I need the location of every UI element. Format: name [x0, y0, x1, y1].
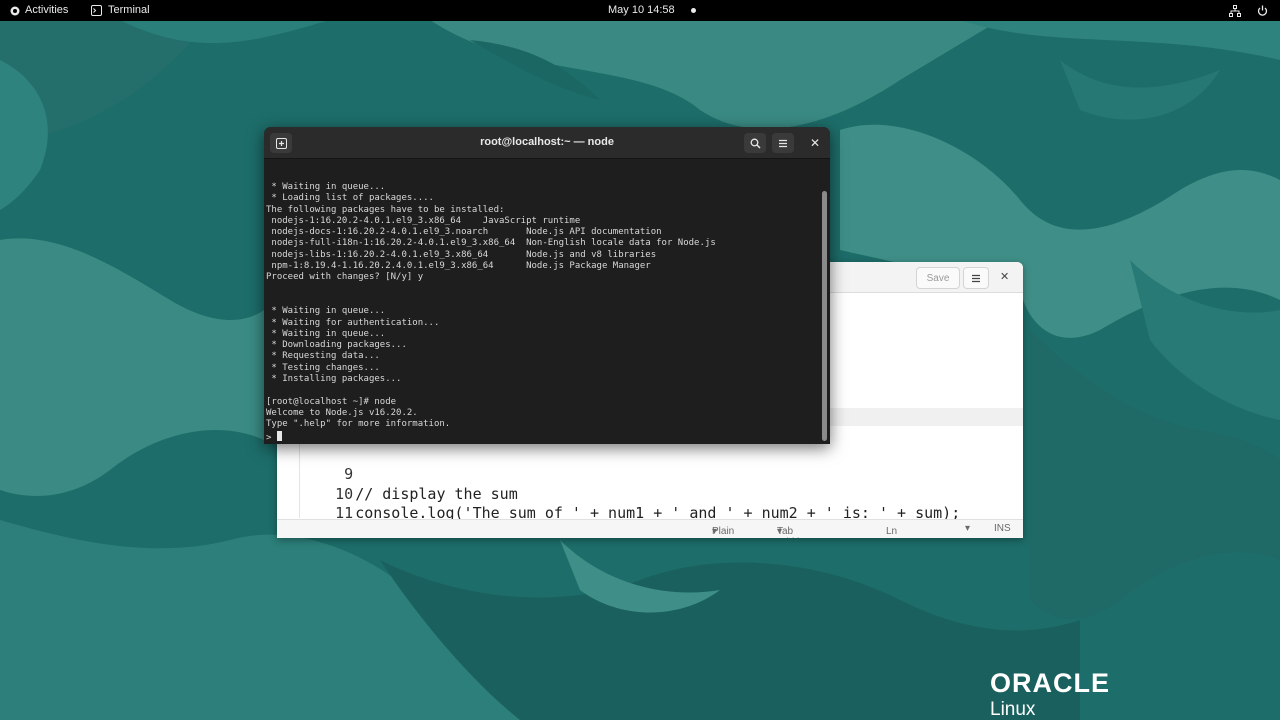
terminal-line: Type ".help" for more information.	[266, 419, 451, 430]
terminal-line: The following packages have to be instal…	[266, 204, 505, 215]
terminal-line: * Waiting in queue...	[266, 306, 386, 317]
top-bar: Activities Terminal May 10 14:58	[0, 0, 1280, 21]
terminal-line: nodejs-docs-1:16.20.2-4.0.1.el9_3.noarch…	[266, 227, 662, 238]
terminal-line: * Loading list of packages....	[266, 193, 434, 204]
hamburger-icon	[779, 139, 787, 147]
power-icon	[1257, 5, 1268, 16]
editor-menu-button[interactable]	[963, 267, 989, 289]
new-tab-button[interactable]	[270, 133, 292, 153]
new-tab-icon	[275, 137, 287, 149]
close-icon: ✕	[809, 136, 821, 150]
terminal-line: * Downloading packages...	[266, 340, 407, 351]
terminal-prompt-line[interactable]: >	[266, 430, 816, 443]
terminal-line: * Testing changes...	[266, 362, 380, 373]
activities-icon	[10, 6, 20, 15]
clock-label: May 10 14:58	[608, 4, 675, 16]
search-icon	[750, 138, 761, 149]
notification-dot-icon	[690, 8, 696, 13]
desktop: Activities Terminal May 10 14:58 Save ✕ …	[0, 0, 1280, 720]
clock-button[interactable]: May 10 14:58	[608, 0, 696, 21]
editor-close-button[interactable]: ✕	[1000, 270, 1009, 283]
terminal-menu-button[interactable]	[772, 133, 794, 153]
terminal-line: * Requesting data...	[266, 351, 380, 362]
terminal-app-icon	[91, 5, 102, 16]
terminal-line: Welcome to Node.js v16.20.2.	[266, 407, 418, 418]
activities-button[interactable]: Activities	[10, 0, 68, 21]
terminal-line: * Waiting in queue...	[266, 328, 386, 339]
terminal-line: Proceed with changes? [N/y] y	[266, 272, 424, 283]
editor-status-bar: Plain Text ▾ Tab Width: 8 ▾ Ln 7, Col 19…	[277, 519, 1023, 538]
activities-label: Activities	[25, 4, 69, 16]
terminal-output[interactable]: * Waiting in queue... * Loading list of …	[266, 182, 816, 443]
terminal-scrollbar-thumb[interactable]	[822, 191, 827, 441]
terminal-line: npm-1:8.19.4-1.16.20.2.4.0.1.el9_3.x86_6…	[266, 261, 651, 272]
logo-subtitle: Linux	[990, 699, 1036, 720]
terminal-window[interactable]: root@localhost:~ — node ✕ * Waiting in q…	[264, 127, 830, 444]
hamburger-icon	[972, 274, 980, 282]
terminal-search-button[interactable]	[744, 133, 766, 153]
insert-mode-indicator: INS	[994, 523, 1011, 534]
close-icon: ✕	[1000, 271, 1010, 283]
logo-wordmark: ORACLE	[990, 668, 1110, 698]
system-tray[interactable]	[1229, 0, 1268, 21]
network-icon	[1229, 4, 1241, 17]
terminal-line: * Installing packages...	[266, 374, 402, 385]
app-menu-label: Terminal	[108, 4, 150, 16]
code-line[interactable]: 10// display the sum	[277, 464, 518, 503]
cursor-position-label: Ln 7, Col 19	[886, 526, 898, 538]
app-menu-button[interactable]: Terminal	[91, 0, 150, 21]
terminal-line: nodejs-libs-1:16.20.2-4.0.1.el9_3.x86_64…	[266, 249, 657, 260]
code-line[interactable]: 11 console.log('The sum of ' + num1 + ' a…	[277, 483, 960, 522]
chevron-down-icon: ▾	[712, 526, 718, 537]
terminal-close-button[interactable]: ✕	[804, 133, 826, 153]
terminal-line: nodejs-full-i18n-1:16.20.2-4.0.1.el9_3.x…	[266, 238, 716, 249]
terminal-line: * Waiting in queue...	[266, 182, 386, 192]
save-button[interactable]: Save	[916, 267, 960, 289]
code-line[interactable]: 9	[277, 444, 355, 483]
chevron-down-icon[interactable]: ▾	[965, 523, 970, 534]
chevron-down-icon: ▾	[777, 526, 783, 537]
oracle-linux-logo: ORACLE Linux	[990, 668, 1110, 720]
terminal-line: * Waiting for authentication...	[266, 317, 440, 328]
node-prompt: >	[266, 432, 277, 443]
terminal-line: [root@localhost ~]# node	[266, 396, 397, 407]
text-cursor	[276, 430, 282, 441]
terminal-line: nodejs-1:16.20.2-4.0.1.el9_3.x86_64 Java…	[266, 215, 581, 226]
terminal-header-bar: root@localhost:~ — node ✕	[264, 127, 830, 159]
